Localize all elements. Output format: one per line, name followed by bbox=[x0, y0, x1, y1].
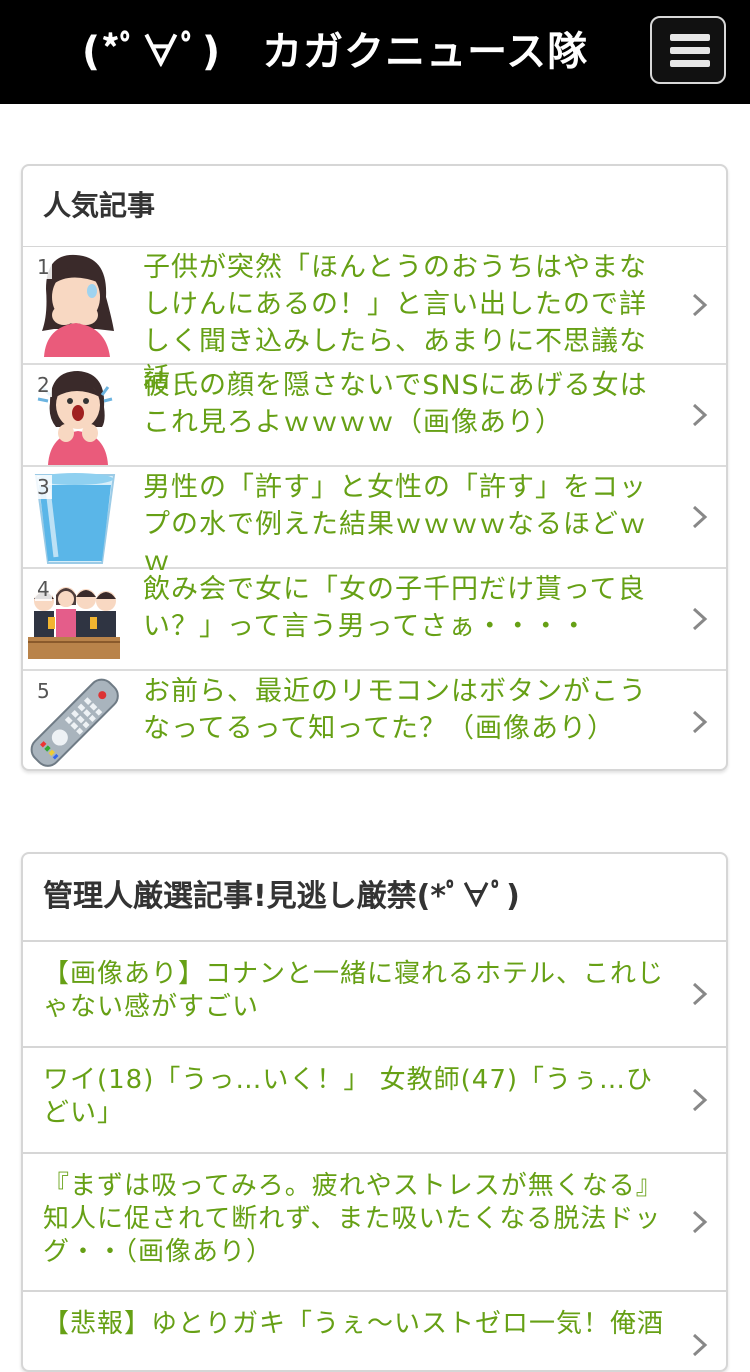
list-item[interactable]: ワイ(18)「うっ…いく！」 女教師(47)「うぅ…ひどい」 bbox=[23, 1048, 726, 1154]
chevron-right-icon bbox=[692, 710, 708, 734]
article-title-link[interactable]: 男性の「許す」と女性の「許す」をコップの水で例えた結果ｗｗｗｗなるほどｗｗ bbox=[143, 469, 674, 580]
chevron-right-icon bbox=[692, 607, 708, 631]
rank-number: 1 bbox=[35, 255, 52, 279]
admin-picks-panel: 管理人厳選記事!見逃し厳禁(*ﾟ∀ﾟ) 【画像あり】コナンと一緒に寝れるホテル、… bbox=[21, 852, 728, 1372]
hamburger-menu-icon bbox=[670, 47, 710, 54]
chevron-right-icon bbox=[692, 403, 708, 427]
chevron-right-icon bbox=[692, 293, 708, 317]
article-title-link[interactable]: 【画像あり】コナンと一緒に寝れるホテル、これじゃない感がすごい bbox=[43, 958, 674, 1024]
rank-number: 5 bbox=[35, 679, 52, 703]
site-title[interactable]: (*ﾟ∀ﾟ) カガクニュース隊 bbox=[0, 0, 670, 104]
article-title-link[interactable]: ワイ(18)「うっ…いく！」 女教師(47)「うぅ…ひどい」 bbox=[43, 1064, 674, 1130]
hamburger-menu-icon bbox=[670, 60, 710, 67]
list-item[interactable]: 『まずは吸ってみろ。疲れやストレスが無くなる』知人に促されて断れず、また吸いたく… bbox=[23, 1154, 726, 1292]
panel-title: 管理人厳選記事!見逃し厳禁(*ﾟ∀ﾟ) bbox=[23, 854, 726, 942]
article-title-link[interactable]: お前ら、最近のリモコンはボタンがこうなってるって知ってた？（画像あり） bbox=[143, 673, 674, 747]
chevron-right-icon bbox=[692, 1210, 708, 1234]
article-title-link[interactable]: 彼氏の顔を隠さないでSNSにあげる女はこれ見ろよｗｗｗｗ（画像あり） bbox=[143, 367, 674, 441]
menu-button[interactable] bbox=[650, 16, 726, 84]
ranking-item[interactable]: 1 子供が突然「ほんとうのおうちはやまなしけんにあるの！」と言い出したので詳しく… bbox=[23, 247, 726, 394]
ranking-item[interactable]: 5 お前ら、最近のリモコンはボタンがこうなってるって知ってた？（画像あり） bbox=[23, 671, 726, 769]
ranking-item[interactable]: 2 彼氏の顔を隠さないでSNSにあげる女はこれ見ろよｗｗｗｗ（画像あり） bbox=[23, 365, 726, 467]
chevron-right-icon bbox=[692, 1333, 708, 1357]
article-title-link[interactable]: 『まずは吸ってみろ。疲れやストレスが無くなる』知人に促されて断れず、また吸いたく… bbox=[43, 1170, 674, 1269]
site-header: (*ﾟ∀ﾟ) カガクニュース隊 bbox=[0, 0, 750, 104]
rank-number: 2 bbox=[35, 373, 52, 397]
list-item[interactable]: 【悲報】ゆとりガキ「うぇ～いストゼロ一気！俺酒 bbox=[23, 1292, 726, 1370]
list-item[interactable]: 【画像あり】コナンと一緒に寝れるホテル、これじゃない感がすごい bbox=[23, 942, 726, 1048]
rank-number: 4 bbox=[35, 577, 52, 601]
ranking-item[interactable]: 3 男性の「許す」と女性の「許す」をコップの水で例えた結果ｗｗｗｗなるほどｗｗ bbox=[23, 467, 726, 577]
hamburger-menu-icon bbox=[670, 34, 710, 41]
rank-number: 3 bbox=[35, 475, 52, 499]
chevron-right-icon bbox=[692, 1088, 708, 1112]
popular-articles-panel: 人気記事 1 子供が突然「ほんとうのおうちはやまなしけんにあるの！」と言い出した… bbox=[21, 164, 728, 771]
chevron-right-icon bbox=[692, 982, 708, 1006]
article-title-link[interactable]: 【悲報】ゆとりガキ「うぇ～いストゼロ一気！俺酒 bbox=[43, 1308, 674, 1341]
chevron-right-icon bbox=[692, 505, 708, 529]
panel-title: 人気記事 bbox=[23, 166, 726, 247]
article-title-link[interactable]: 飲み会で女に「女の子千円だけ貰って良い？」って言う男ってさぁ・・・・ bbox=[143, 571, 674, 645]
ranking-item[interactable]: 4 飲み会で女に「女の子千円だけ貰って良い？」って言う男ってさぁ・・・・ bbox=[23, 569, 726, 671]
